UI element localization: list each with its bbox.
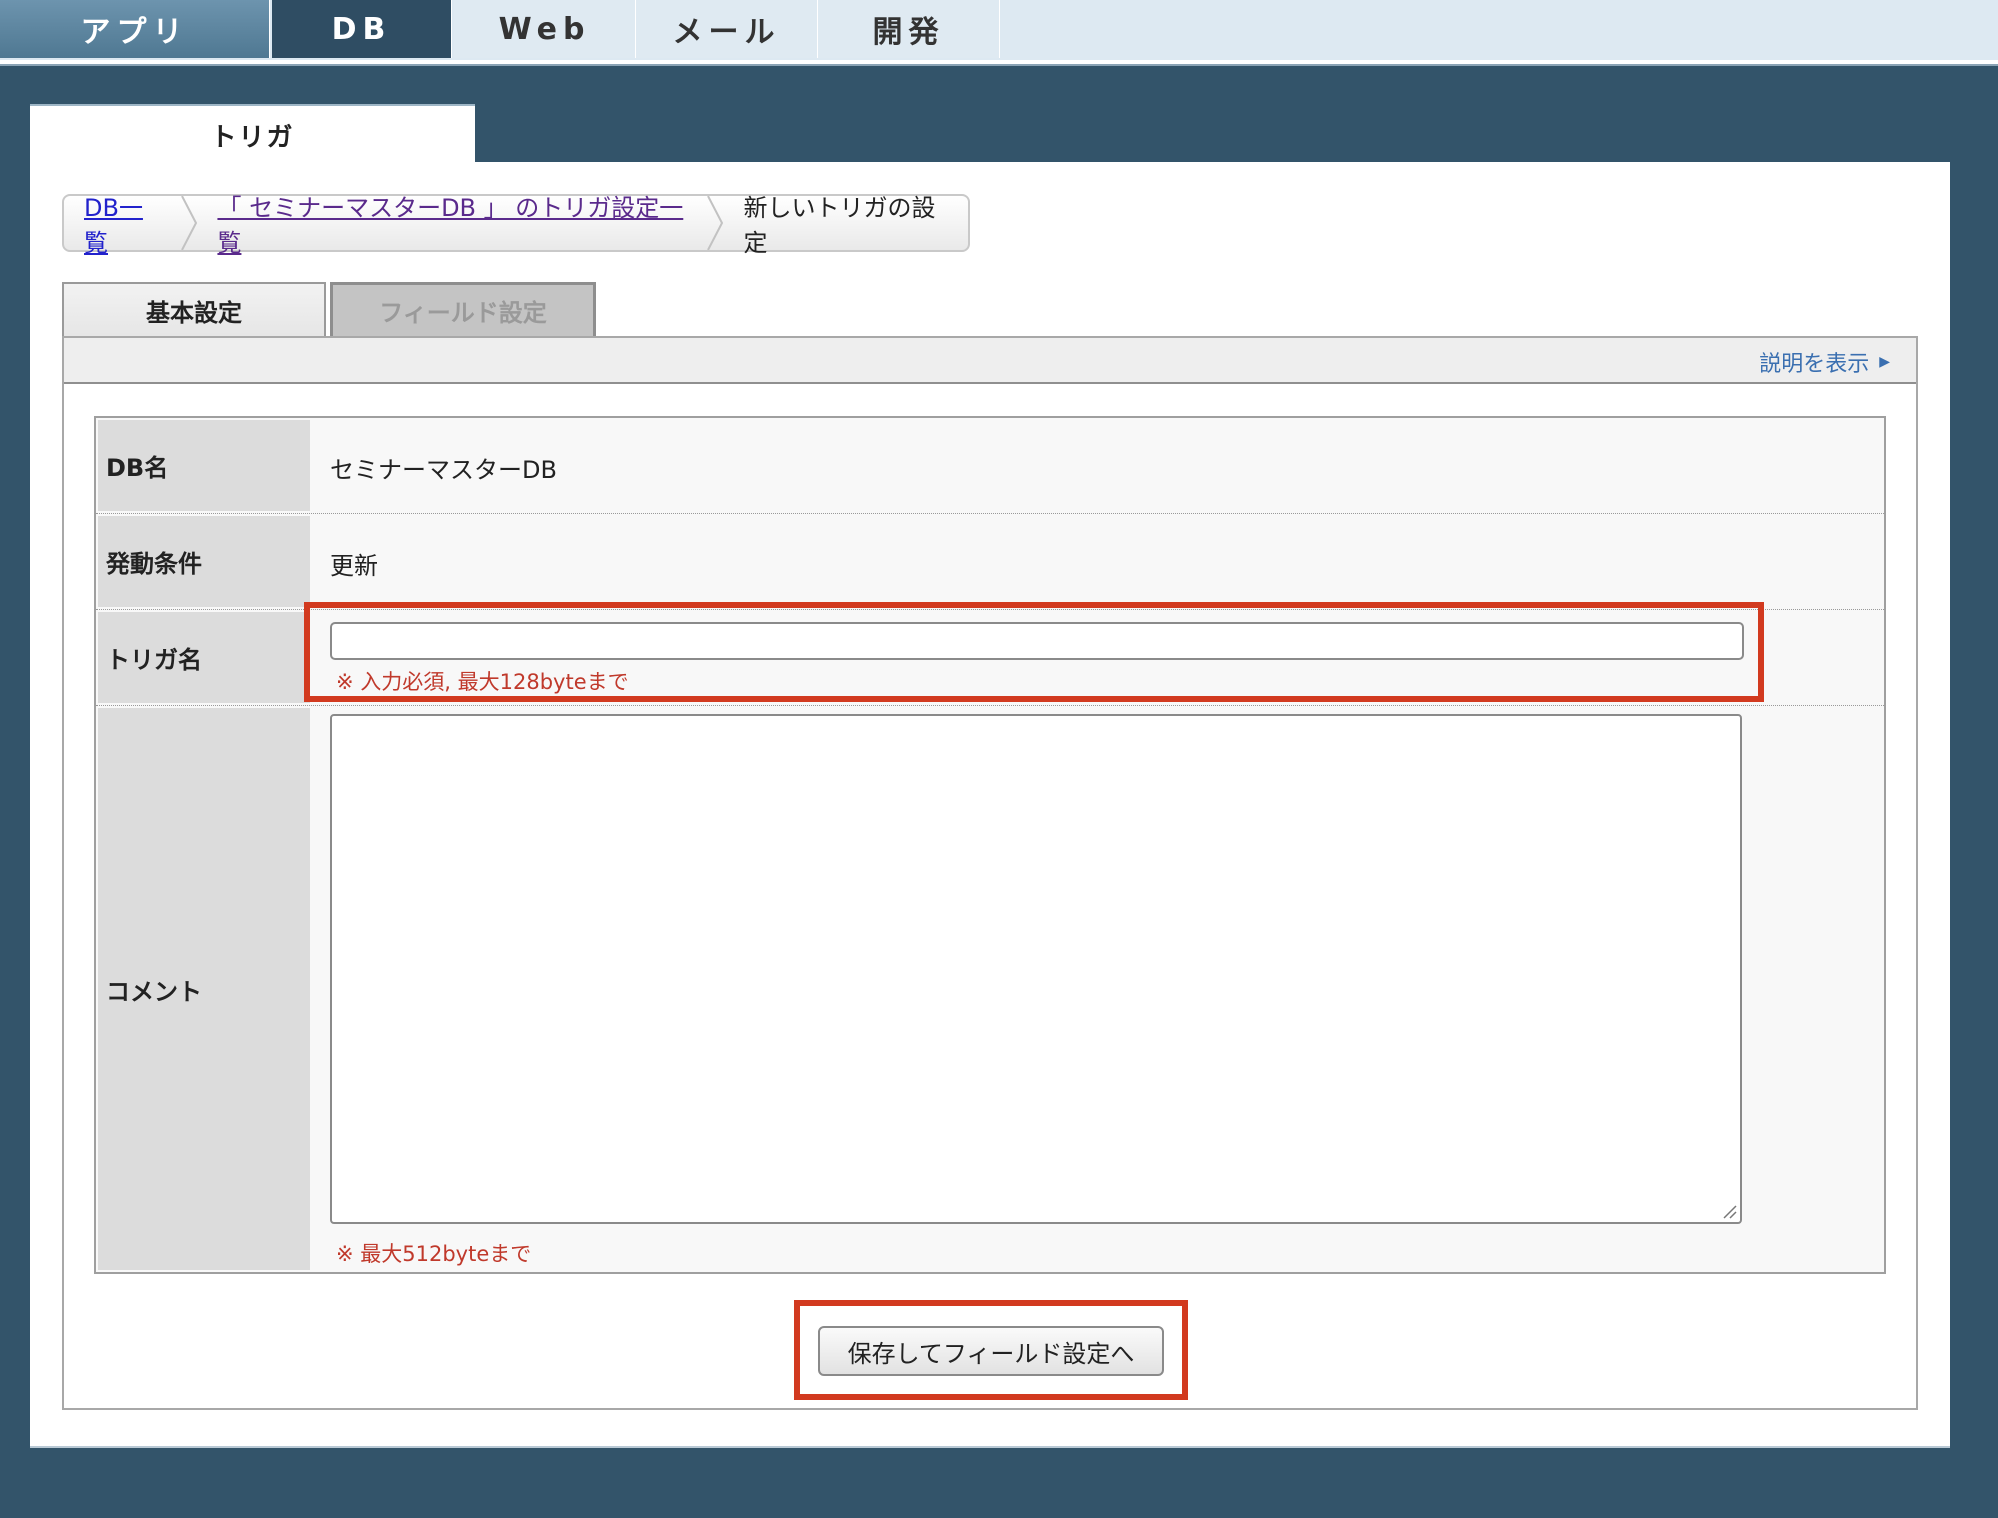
trigger-name-input[interactable]: [330, 622, 1744, 660]
breadcrumb-item-trigger-list: 「 セミナーマスターDB 」 のトリガ設定一覧: [197, 194, 706, 257]
breadcrumb-current: 新しいトリガの設定: [743, 194, 936, 257]
row-trigger-name: トリガ名 ※ 入力必須, 最大128byteまで: [96, 610, 1884, 706]
top-navigation: アプリ DB Web メール 開発: [0, 0, 1998, 64]
breadcrumb-separator-icon: [180, 196, 198, 250]
section-title-tab: トリガ: [30, 104, 475, 164]
value-condition: 更新: [330, 552, 378, 580]
breadcrumb: DB一覧 「 セミナーマスターDB 」 のトリガ設定一覧 新しいトリガの設定: [62, 194, 970, 257]
trigger-name-note: ※ 入力必須, 最大128byteまで: [336, 670, 629, 694]
show-help-link[interactable]: 説明を表示 ▶: [1759, 346, 1890, 378]
value-db-name: セミナーマスターDB: [330, 456, 557, 484]
breadcrumb-item-db-list: DB一覧: [64, 194, 180, 257]
trigger-form-table: DB名 セミナーマスターDB 発動条件 更新 トリガ名 ※ 入力必須, 最大12…: [94, 416, 1886, 1274]
resize-grip-icon[interactable]: [1722, 1204, 1738, 1220]
label-db-name: DB名: [98, 420, 310, 511]
breadcrumb-link-db-list[interactable]: DB一覧: [84, 188, 164, 258]
nav-tab-db[interactable]: DB: [272, 0, 452, 58]
show-help-label: 説明を表示: [1759, 352, 1870, 377]
tab-field-settings[interactable]: フィールド設定: [330, 282, 596, 336]
row-comment: コメント ※ 最大512byteまで: [96, 706, 1884, 1272]
help-bar: 説明を表示 ▶: [64, 338, 1916, 384]
nav-tab-mail[interactable]: メール: [636, 0, 818, 58]
nav-tab-app[interactable]: アプリ: [0, 0, 270, 58]
save-and-go-to-field-settings-button[interactable]: 保存してフィールド設定へ: [818, 1326, 1164, 1376]
row-db-name: DB名 セミナーマスターDB: [96, 418, 1884, 514]
nav-tab-dev[interactable]: 開発: [818, 0, 1000, 58]
comment-textarea[interactable]: [330, 714, 1742, 1224]
tab-basic-settings[interactable]: 基本設定: [62, 282, 326, 336]
triangle-right-icon: ▶: [1879, 354, 1890, 370]
breadcrumb-link-trigger-list[interactable]: 「 セミナーマスターDB 」 のトリガ設定一覧: [217, 188, 690, 258]
comment-note: ※ 最大512byteまで: [336, 1242, 532, 1266]
label-trigger-name: トリガ名: [98, 612, 310, 703]
breadcrumb-separator-icon: [706, 196, 724, 250]
label-comment: コメント: [98, 708, 310, 1270]
row-condition: 発動条件 更新: [96, 514, 1884, 610]
label-condition: 発動条件: [98, 516, 310, 607]
nav-tab-web[interactable]: Web: [454, 0, 636, 58]
